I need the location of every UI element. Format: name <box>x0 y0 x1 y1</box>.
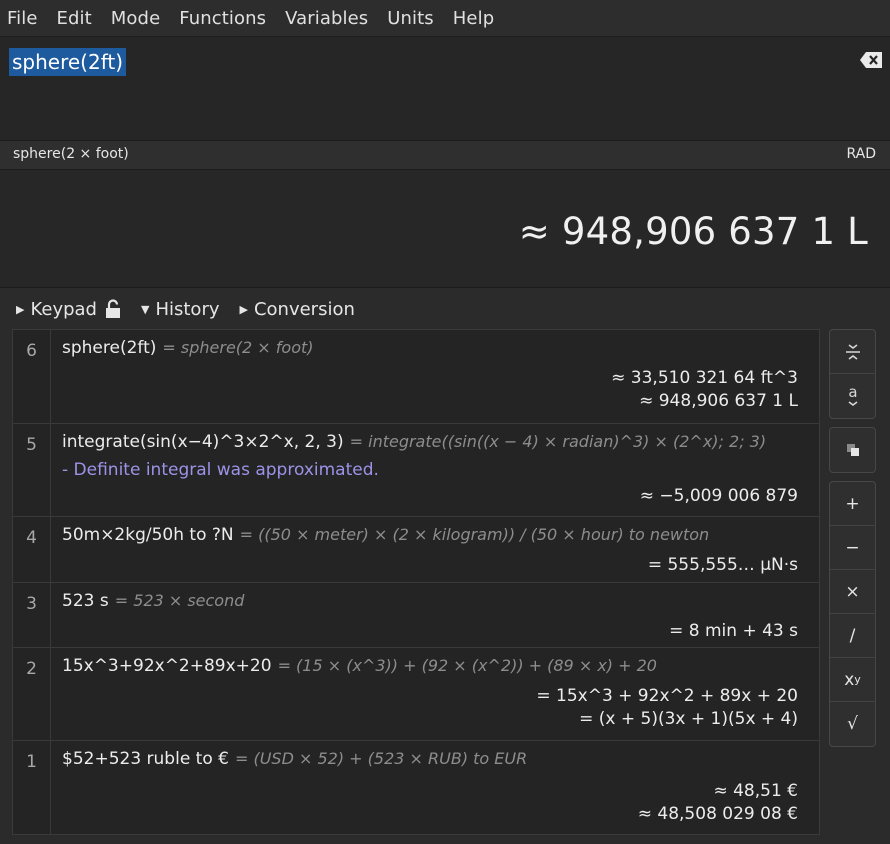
history-row[interactable]: 3 523 s = 523 × second = 8 min + 43 s <box>13 583 819 648</box>
history-input[interactable]: 50m×2kg/50h to ?N <box>62 525 234 545</box>
subtract-button[interactable]: − <box>830 526 875 570</box>
history-row[interactable]: 2 15x^3+92x^2+89x+20 = (15 × (x^3)) + (92… <box>13 648 819 741</box>
history-answer[interactable]: ≈ −5,009 006 879 <box>62 486 809 509</box>
history-parsed: = sphere(2 × foot) <box>162 338 314 357</box>
copy-button[interactable] <box>830 428 875 472</box>
menu-variables[interactable]: Variables <box>285 8 368 29</box>
history-input[interactable]: 15x^3+92x^2+89x+20 <box>62 656 272 676</box>
history-answer[interactable]: = 15x^3 + 92x^2 + 89x + 20 <box>62 686 809 709</box>
history-answer[interactable]: = (x + 5)(3x + 1)(5x + 4) <box>62 709 809 732</box>
menu-functions[interactable]: Functions <box>179 8 266 29</box>
keypad-label: Keypad <box>30 298 97 320</box>
history-answer[interactable]: ≈ 948,906 637 1 L <box>62 391 809 414</box>
history-answer[interactable]: ≈ 48,508 029 08 € <box>62 804 809 827</box>
copy-icon <box>846 444 859 456</box>
power-button[interactable]: xy <box>830 658 875 702</box>
history-parsed: = ((50 × meter) × (2 × kilogram)) / (50 … <box>239 525 710 544</box>
history-input[interactable]: 523 s <box>62 591 109 611</box>
expression-text[interactable]: sphere(2ft) <box>9 48 127 76</box>
menu-edit[interactable]: Edit <box>57 8 92 29</box>
history-parsed: = (15 × (x^3)) + (92 × (x^2)) + (89 × x)… <box>277 656 657 675</box>
triangle-down-icon: ▼ <box>140 302 150 316</box>
menu-bar: File Edit Mode Functions Variables Units… <box>0 0 890 37</box>
history-row[interactable]: 1 $52+523 ruble to € = (USD × 52) + (523 … <box>13 741 819 834</box>
lock-icon[interactable] <box>105 299 121 319</box>
expander-bar: ▶ Keypad ▼ History ▶ Conversion <box>0 289 890 329</box>
history-warning: - Definite integral was approximated. <box>62 460 379 480</box>
history-input[interactable]: $52+523 ruble to € <box>62 749 229 769</box>
history-index: 4 <box>13 517 51 582</box>
history-list[interactable]: 6 sphere(2ft) = sphere(2 × foot) ≈ 33,510… <box>12 329 820 835</box>
conversion-label: Conversion <box>253 298 355 320</box>
history-answer[interactable]: = 8 min + 43 s <box>62 621 809 644</box>
insert-text-icon: a <box>848 383 857 406</box>
parsed-expression: sphere(2 × foot) <box>13 146 129 162</box>
history-index: 3 <box>13 583 51 647</box>
conversion-expander[interactable]: ▶ Conversion <box>240 299 355 320</box>
history-index: 5 <box>13 424 51 516</box>
angle-mode-indicator[interactable]: RAD <box>846 146 876 162</box>
history-input[interactable]: integrate(sin(x−4)^3×2^x, 2, 3) <box>62 432 344 452</box>
expression-input[interactable]: sphere(2ft) <box>0 37 890 141</box>
menu-units[interactable]: Units <box>387 8 434 29</box>
multiply-button[interactable]: × <box>830 570 875 614</box>
power-exponent: y <box>854 673 861 686</box>
insert-value-icon <box>845 343 860 360</box>
add-button[interactable]: + <box>830 482 875 526</box>
history-answer[interactable]: ≈ 48,51 € <box>62 781 809 804</box>
history-parsed: = (USD × 52) + (523 × RUB) to EUR <box>234 749 528 768</box>
history-label: History <box>155 298 220 320</box>
menu-file[interactable]: File <box>7 8 38 29</box>
insert-button-group: a <box>829 329 876 419</box>
history-row[interactable]: 5 integrate(sin(x−4)^3×2^x, 2, 3) = integ… <box>13 424 819 517</box>
history-row[interactable]: 4 50m×2kg/50h to ?N = ((50 × meter) × (2 … <box>13 517 819 583</box>
result-display: ≈ 948,906 637 1 L <box>0 170 890 288</box>
status-bar: sphere(2 × foot) RAD <box>0 141 890 170</box>
history-answer[interactable]: = 555,555… µN·s <box>62 555 809 578</box>
history-expander[interactable]: ▼ History <box>141 299 220 320</box>
history-side-buttons: a + − × / xy √ <box>829 329 876 755</box>
triangle-right-icon: ▶ <box>239 302 248 316</box>
insert-value-button[interactable] <box>830 330 875 374</box>
insert-text-button[interactable]: a <box>830 374 875 418</box>
history-index: 1 <box>13 741 51 834</box>
history-parsed: = 523 × second <box>114 591 245 610</box>
divide-button[interactable]: / <box>830 614 875 658</box>
sqrt-button[interactable]: √ <box>830 702 875 746</box>
triangle-right-icon: ▶ <box>16 302 25 316</box>
result-value: ≈ 948,906 637 1 L <box>518 210 868 253</box>
menu-mode[interactable]: Mode <box>111 8 160 29</box>
history-row[interactable]: 6 sphere(2ft) = sphere(2 × foot) ≈ 33,510… <box>13 330 819 424</box>
history-index: 2 <box>13 648 51 740</box>
copy-button-group <box>829 427 876 473</box>
clear-icon[interactable] <box>860 52 882 68</box>
history-index: 6 <box>13 330 51 423</box>
menu-help[interactable]: Help <box>453 8 494 29</box>
history-answer[interactable]: ≈ 33,510 321 64 ft^3 <box>62 368 809 391</box>
power-base: x <box>844 669 855 690</box>
keypad-expander[interactable]: ▶ Keypad <box>16 299 121 320</box>
history-parsed: = integrate((sin((x − 4) × radian)^3) × … <box>349 432 767 451</box>
svg-text:a: a <box>848 383 857 401</box>
operator-button-group: + − × / xy √ <box>829 481 876 747</box>
history-input[interactable]: sphere(2ft) <box>62 338 156 358</box>
